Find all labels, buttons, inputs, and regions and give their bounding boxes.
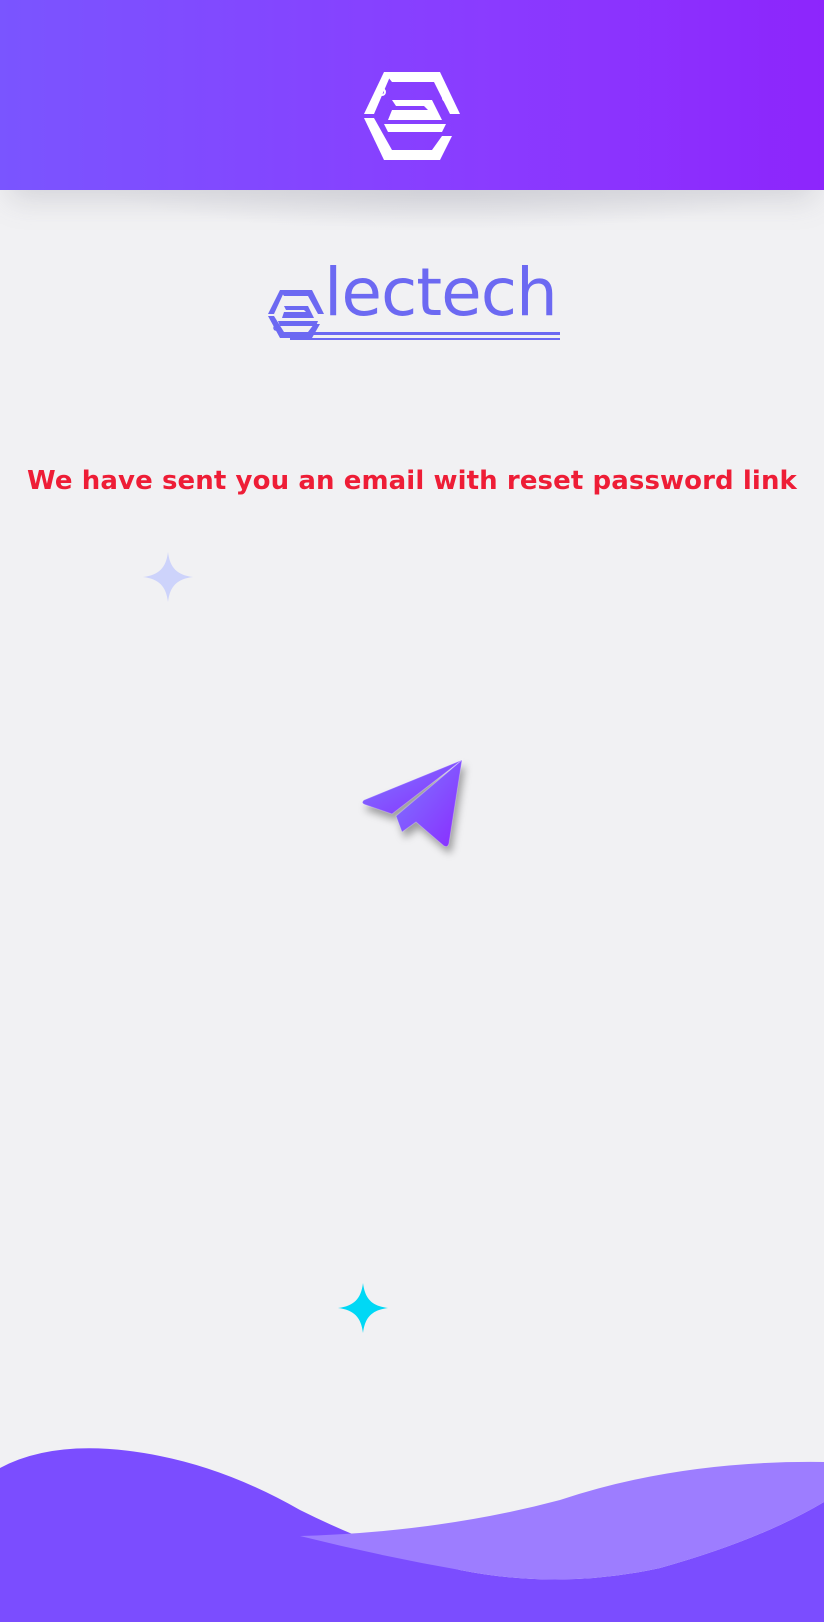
header-bar <box>0 0 824 190</box>
sparkle-icon <box>338 1283 388 1333</box>
brand-logo: lectech <box>266 260 560 342</box>
electech-hexagon-e-icon <box>364 72 460 160</box>
header-shadow <box>100 190 790 230</box>
brand-underline <box>290 332 560 335</box>
reset-email-sent-message: We have sent you an email with reset pas… <box>27 466 797 496</box>
brand-underline-secondary <box>290 338 560 340</box>
sparkle-icon <box>143 552 193 602</box>
bottom-wave-decoration <box>0 1448 824 1622</box>
paper-plane-icon <box>361 758 463 848</box>
brand-wordmark: lectech <box>324 254 558 331</box>
